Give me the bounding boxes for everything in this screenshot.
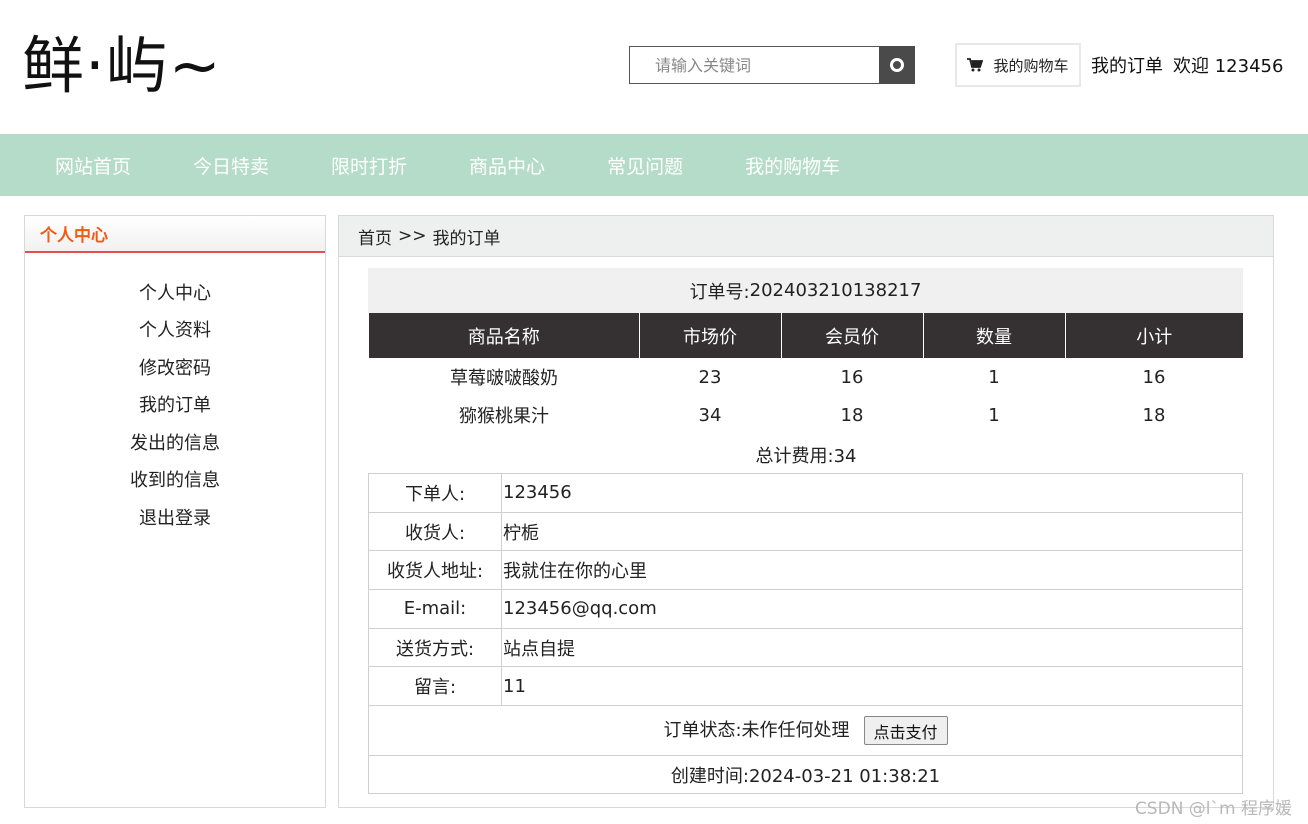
- message-label: 留言:: [368, 666, 502, 707]
- subtotal-cell: 18: [1142, 404, 1166, 426]
- sidebar-item-logout[interactable]: 退出登录: [25, 498, 325, 536]
- message-value: 11: [501, 666, 1243, 707]
- quantity-cell: 1: [988, 404, 1000, 426]
- sidebar-title: 个人中心: [40, 226, 108, 246]
- search-input[interactable]: [629, 46, 879, 84]
- info-row-orderer: 下单人: 123456: [368, 473, 1243, 513]
- sidebar-item-personal-center[interactable]: 个人中心: [25, 273, 325, 311]
- sidebar-header: 个人中心: [25, 216, 325, 253]
- column-header: 会员价: [781, 313, 924, 358]
- receiver-text: 柠栀: [503, 522, 539, 544]
- delivery-text: 站点自提: [503, 638, 575, 660]
- cart-button[interactable]: 我的购物车: [955, 43, 1081, 87]
- header: 鲜·屿~ 我的购物车 我的订单 欢迎 123456: [0, 0, 1308, 134]
- nav-item-daily-sale[interactable]: 今日特卖: [193, 152, 269, 179]
- address-text: 我就住在你的心里: [503, 561, 647, 583]
- member-price-cell: 18: [840, 404, 864, 426]
- subtotal-cell: 16: [1142, 366, 1166, 388]
- nav-item-discount[interactable]: 限时打折: [331, 152, 407, 179]
- product-name-cell: 草莓啵啵酸奶: [450, 368, 558, 389]
- my-orders-link[interactable]: 我的订单: [1091, 52, 1163, 78]
- table-row: 猕猴桃果汁 34 18 1 18: [369, 396, 1243, 434]
- watermark: CSDN @l`m 程序媛: [1134, 799, 1292, 819]
- receiver-label: 收货人:: [368, 511, 502, 552]
- order-info-table: 下单人: 123456 收货人: 柠栀 收货人地址: 我就住在你的心里 E-ma…: [368, 473, 1243, 795]
- column-header: 商品名称: [369, 313, 640, 358]
- order-number-bar: 订单号: 202403210138217: [368, 268, 1243, 313]
- member-price-cell: 16: [840, 366, 864, 388]
- created-label: 创建时间:: [670, 765, 749, 787]
- status-badge: 未作任何处理: [741, 719, 850, 741]
- pay-button[interactable]: 点击支付: [863, 716, 948, 746]
- breadcrumb-current: 我的订单: [432, 228, 501, 249]
- email-text: 123456@qq.com: [503, 598, 657, 620]
- orderer-label: 下单人:: [368, 473, 502, 513]
- order-number: 202403210138217: [749, 280, 922, 301]
- search-icon: [890, 58, 904, 72]
- delivery-value: 站点自提: [501, 627, 1243, 668]
- order-items-table: 商品名称 市场价 会员价 数量 小计 草莓啵啵酸奶 23 16 1 16 猕猴桃…: [369, 313, 1243, 434]
- nav-item-home[interactable]: 网站首页: [55, 152, 131, 179]
- info-row-email: E-mail: 123456@qq.com: [368, 589, 1243, 629]
- info-row-message: 留言: 11: [368, 666, 1243, 707]
- info-row-address: 收货人地址: 我就住在你的心里: [368, 550, 1243, 591]
- sidebar-list: 个人中心 个人资料 修改密码 我的订单 发出的信息 收到的信息 退出登录: [25, 253, 325, 536]
- search-bar: [629, 46, 915, 84]
- address-value: 我就住在你的心里: [501, 550, 1243, 591]
- product-name-cell: 猕猴桃果汁: [459, 406, 549, 427]
- main-nav: 网站首页 今日特卖 限时打折 商品中心 常见问题 我的购物车: [0, 134, 1308, 196]
- breadcrumb-home[interactable]: 首页: [358, 224, 392, 249]
- receiver-value: 柠栀: [501, 511, 1243, 552]
- nav-item-products[interactable]: 商品中心: [469, 152, 545, 179]
- table-header-row: 商品名称 市场价 会员价 数量 小计: [369, 313, 1243, 358]
- sidebar-item-sent-messages[interactable]: 发出的信息: [25, 423, 325, 461]
- column-header: 数量: [923, 313, 1066, 358]
- nav-item-cart[interactable]: 我的购物车: [745, 152, 840, 179]
- search-button[interactable]: [879, 46, 915, 84]
- market-price-cell: 34: [698, 404, 722, 426]
- breadcrumb: 首页 >> 我的订单: [339, 216, 1273, 257]
- orderer-text: 123456: [503, 482, 572, 504]
- order-number-label: 订单号:: [689, 281, 750, 303]
- delivery-label: 送货方式:: [368, 627, 502, 668]
- table-row: 草莓啵啵酸奶 23 16 1 16: [369, 358, 1243, 396]
- site-logo[interactable]: 鲜·屿~: [22, 28, 222, 104]
- header-links: 我的订单 欢迎 123456: [1091, 52, 1283, 78]
- sidebar-item-profile[interactable]: 个人资料: [25, 311, 325, 349]
- main-content: 首页 >> 我的订单 订单号: 202403210138217 商品名称 市场价…: [338, 215, 1274, 808]
- sidebar-item-my-orders[interactable]: 我的订单: [25, 386, 325, 424]
- created-time: 2024-03-21 01:38:21: [748, 765, 941, 787]
- email-value: 123456@qq.com: [501, 589, 1243, 629]
- market-price-cell: 23: [698, 366, 722, 388]
- info-row-receiver: 收货人: 柠栀: [368, 511, 1243, 552]
- nav-item-faq[interactable]: 常见问题: [607, 152, 683, 179]
- sidebar-item-change-password[interactable]: 修改密码: [25, 348, 325, 386]
- info-row-delivery: 送货方式: 站点自提: [368, 627, 1243, 668]
- sidebar: 个人中心 个人中心 个人资料 修改密码 我的订单 发出的信息 收到的信息 退出登…: [24, 215, 326, 808]
- order-status-cell: 订单状态:未作任何处理 点击支付: [368, 705, 1243, 757]
- cart-button-label: 我的购物车: [993, 56, 1069, 75]
- column-header: 市场价: [639, 313, 782, 358]
- email-label: E-mail:: [368, 589, 502, 629]
- address-label: 收货人地址:: [368, 550, 502, 591]
- quantity-cell: 1: [988, 366, 1000, 388]
- breadcrumb-separator: >>: [398, 226, 427, 246]
- orderer-value: 123456: [501, 473, 1243, 513]
- info-row-status: 订单状态:未作任何处理 点击支付: [368, 705, 1243, 757]
- order-total: 总计费用:34: [755, 446, 857, 467]
- info-row-created: 创建时间:2024-03-21 01:38:21: [368, 755, 1243, 795]
- message-text: 11: [503, 675, 526, 697]
- status-label: 订单状态:: [663, 719, 742, 741]
- welcome-text: 欢迎 123456: [1173, 56, 1284, 77]
- created-time-cell: 创建时间:2024-03-21 01:38:21: [368, 755, 1243, 795]
- sidebar-item-received-messages[interactable]: 收到的信息: [25, 461, 325, 499]
- cart-icon: [967, 58, 984, 72]
- column-header: 小计: [1065, 313, 1243, 358]
